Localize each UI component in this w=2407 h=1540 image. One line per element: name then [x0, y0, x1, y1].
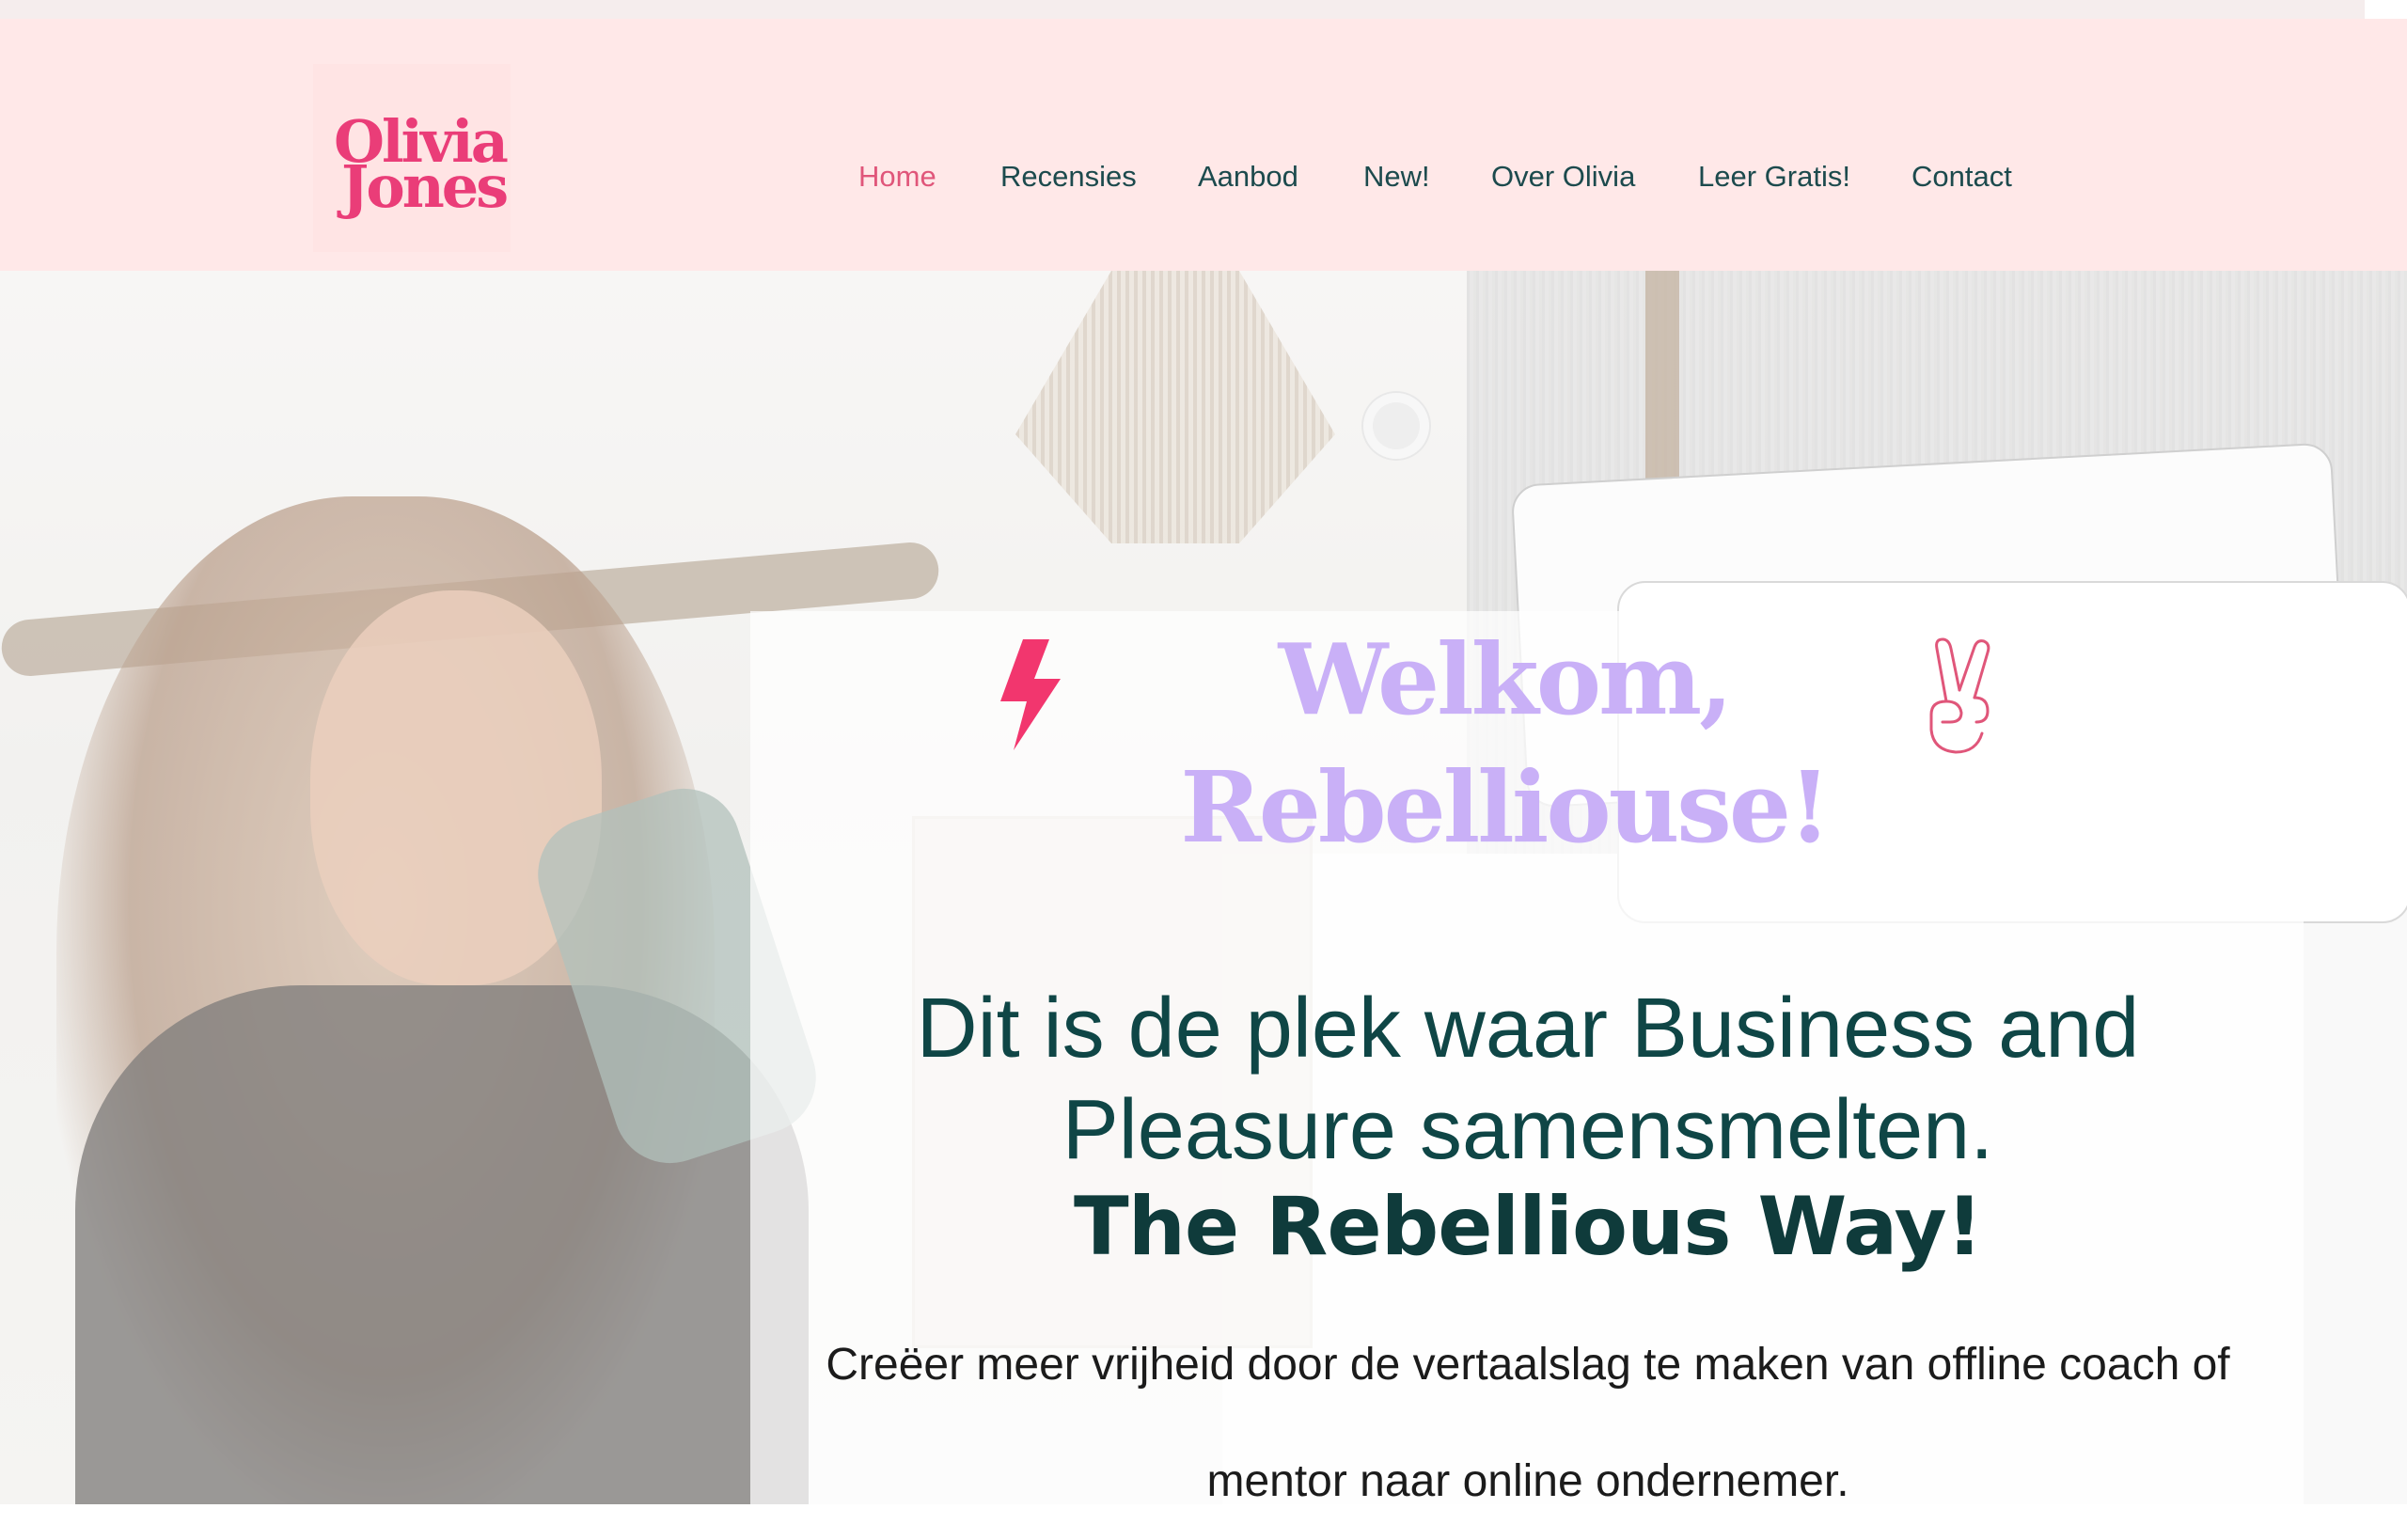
main-nav: Home Recensies Aanbod New! Over Olivia L… — [0, 160, 2407, 197]
intro-text: Dit is de plek waar Business and Pleasur… — [916, 982, 2140, 1177]
nav-leer-gratis[interactable]: Leer Gratis! — [1698, 160, 1850, 194]
tagline: The Rebellious Way! — [1074, 1180, 1983, 1274]
description-text: Creëer meer vrijheid door de vertaalslag… — [826, 1340, 2230, 1506]
nav-aanbod[interactable]: Aanbod — [1198, 160, 1298, 194]
top-strip — [0, 0, 2365, 19]
welcome-title-line-1: Welkom, — [1278, 621, 1734, 737]
welcome-title-line-2: Rebelliouse! — [1180, 749, 1831, 865]
nav-recensies[interactable]: Recensies — [1000, 160, 1137, 194]
nav-contact[interactable]: Contact — [1911, 160, 2012, 194]
site-header: Olivia Jones Home Recensies Aanbod New! … — [0, 19, 2407, 271]
logo[interactable]: Olivia Jones — [313, 64, 511, 252]
welcome-title: Welkom, Rebelliouse! — [1034, 616, 1974, 872]
nav-new[interactable]: New! — [1363, 160, 1430, 194]
nav-over-olivia[interactable]: Over Olivia — [1491, 160, 1635, 194]
nav-home[interactable]: Home — [858, 160, 936, 194]
